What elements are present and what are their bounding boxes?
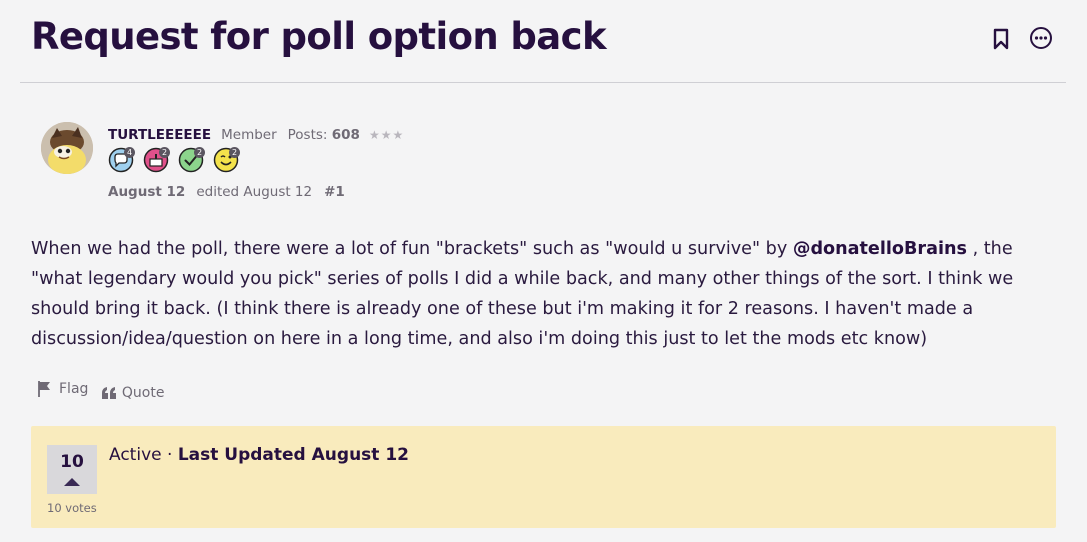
quote-label: Quote xyxy=(121,385,165,401)
vote-count: 10 xyxy=(60,452,84,472)
cake-badge-icon[interactable]: 2 xyxy=(143,147,171,175)
options-menu-icon[interactable] xyxy=(1029,26,1053,54)
status-line: Active · Last Updated August 12 xyxy=(109,445,409,465)
posts-count: 608 xyxy=(331,127,360,143)
edited-label: edited August 12 xyxy=(196,184,313,200)
rank-stars: ★★★ xyxy=(368,128,405,142)
post-date[interactable]: August 12 xyxy=(108,184,185,200)
avatar[interactable] xyxy=(41,122,93,174)
badge-count: 2 xyxy=(229,147,240,158)
post-actions: Flag Quote xyxy=(36,380,164,402)
author-role: Member xyxy=(221,127,277,143)
author-meta: TURTLEEEEEE Member Posts: 608 ★★★ xyxy=(108,127,404,143)
idea-status-panel: 10 10 votes Active · Last Updated August… xyxy=(31,426,1056,528)
post-body-text: When we had the poll, there were a lot o… xyxy=(31,239,793,259)
comment-badge-icon[interactable]: 4 xyxy=(108,147,136,175)
status-updated: Last Updated August 12 xyxy=(177,445,409,465)
discussion-header: Request for poll option back xyxy=(20,0,1066,83)
post-number[interactable]: #1 xyxy=(324,184,345,200)
badge-count: 2 xyxy=(194,147,205,158)
flag-button[interactable]: Flag xyxy=(36,380,88,398)
badge-count: 2 xyxy=(159,147,170,158)
post-body: When we had the poll, there were a lot o… xyxy=(31,234,1061,354)
check-badge-icon[interactable]: 2 xyxy=(178,147,206,175)
quote-icon xyxy=(101,387,116,399)
upvote-arrow-icon xyxy=(64,478,80,486)
status-separator: · xyxy=(161,445,178,465)
quote-button[interactable]: Quote xyxy=(101,385,165,401)
flag-label: Flag xyxy=(59,381,89,397)
page-title: Request for poll option back xyxy=(31,15,607,58)
post-meta: August 12 edited August 12 #1 xyxy=(108,184,345,200)
flag-icon xyxy=(38,381,50,397)
author-name-link[interactable]: TURTLEEEEEE xyxy=(108,127,211,143)
bookmark-icon[interactable] xyxy=(993,28,1009,54)
posts-label: Posts: xyxy=(287,127,328,143)
status-state: Active xyxy=(109,445,162,465)
mention-link[interactable]: @donatelloBrains xyxy=(793,239,967,259)
upvote-button[interactable]: 10 xyxy=(47,445,97,494)
votes-label: 10 votes xyxy=(47,501,97,515)
badge-count: 4 xyxy=(124,147,135,158)
wink-badge-icon[interactable]: 2 xyxy=(213,147,241,175)
